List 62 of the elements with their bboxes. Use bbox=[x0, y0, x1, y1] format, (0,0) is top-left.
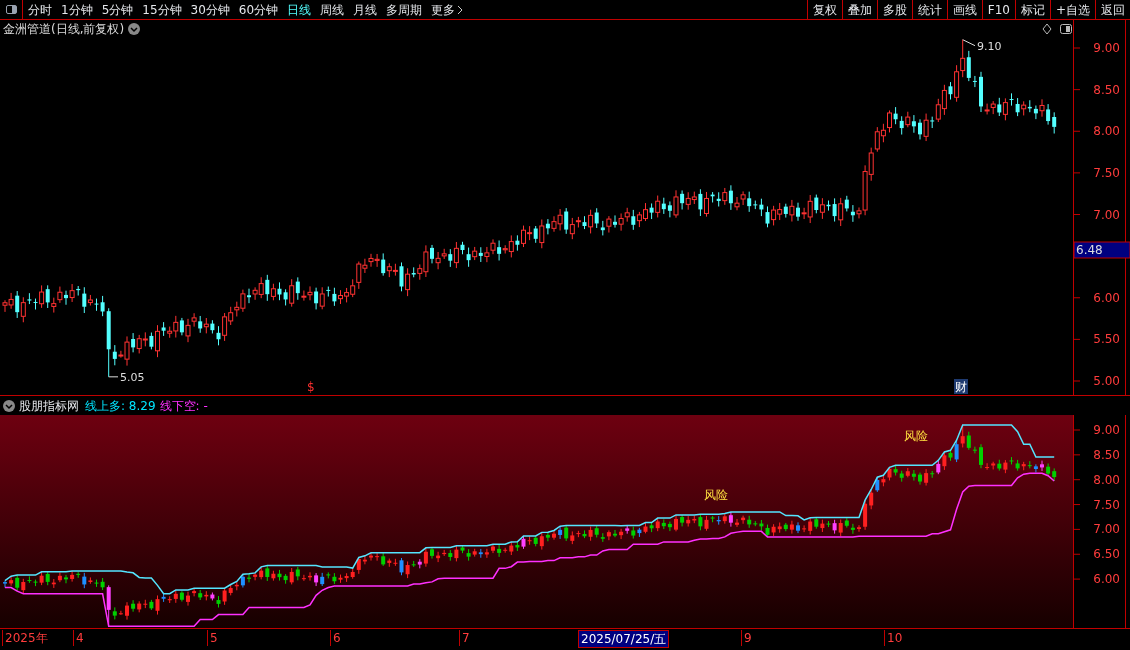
risk-label: 风险 bbox=[704, 487, 728, 502]
toolbar-button[interactable]: 画线 bbox=[946, 0, 982, 19]
axis-label: 8.00 bbox=[1093, 472, 1120, 487]
chart-title: 金洲管道(日线,前复权) bbox=[3, 22, 125, 36]
date-label: 2025年 bbox=[2, 630, 50, 646]
period-tab[interactable]: 60分钟 bbox=[238, 0, 279, 19]
axis-label: 9.00 bbox=[1093, 41, 1120, 55]
panel-toggle-icon[interactable] bbox=[1060, 24, 1072, 34]
axis-label: 6.50 bbox=[1093, 547, 1120, 562]
toolbar-button[interactable]: 统计 bbox=[911, 0, 947, 19]
date-label: 7 bbox=[459, 630, 472, 646]
indicator-legend: 线下空: - bbox=[159, 396, 208, 415]
toolbar-button[interactable]: 多股 bbox=[876, 0, 912, 19]
period-tab[interactable]: 分时 bbox=[28, 0, 52, 19]
date-label: 10 bbox=[884, 630, 905, 646]
toolbar-button[interactable]: 叠加 bbox=[841, 0, 877, 19]
toolbar-button[interactable]: 标记 bbox=[1014, 0, 1050, 19]
date-label: 9 bbox=[741, 630, 754, 646]
date-label: 2025/07/25/五 bbox=[578, 630, 670, 648]
axis-label: 7.00 bbox=[1093, 207, 1120, 222]
period-tab[interactable]: 周线 bbox=[320, 0, 345, 19]
toolbar-button[interactable]: F10 bbox=[981, 0, 1015, 19]
low-price-label: 5.05 bbox=[120, 370, 145, 384]
period-tab[interactable]: 1分钟 bbox=[61, 0, 93, 19]
axis-label: 5.50 bbox=[1093, 332, 1120, 347]
axis-label: 6.00 bbox=[1093, 290, 1120, 305]
period-tab[interactable]: 日线 bbox=[287, 0, 312, 19]
period-tab[interactable]: 月线 bbox=[353, 0, 378, 19]
finance-badge[interactable]: 财 bbox=[954, 379, 968, 394]
axis-label: 9.00 bbox=[1093, 423, 1120, 437]
leader-line bbox=[108, 376, 119, 378]
date-label: 4 bbox=[73, 630, 86, 646]
axis-label: 6.00 bbox=[1093, 572, 1120, 587]
dropdown-icon[interactable] bbox=[3, 399, 15, 412]
period-tab[interactable]: 15分钟 bbox=[142, 0, 182, 19]
dropdown-icon[interactable] bbox=[128, 23, 140, 35]
diamond-icon[interactable] bbox=[1042, 23, 1052, 35]
axis-label: 5.00 bbox=[1093, 374, 1120, 388]
axis-label: 7.50 bbox=[1093, 165, 1120, 180]
toolbar-button[interactable]: +自选 bbox=[1049, 0, 1095, 19]
high-price-label: 9.10 bbox=[977, 39, 1002, 53]
period-tab[interactable]: 30分钟 bbox=[190, 0, 230, 19]
axis-label: 8.50 bbox=[1093, 82, 1120, 97]
period-tab[interactable]: 更多 bbox=[431, 0, 464, 19]
period-tab[interactable]: 5分钟 bbox=[101, 0, 134, 19]
date-label: 5 bbox=[207, 630, 220, 646]
indicator-legend: 线上多: 8.29 bbox=[85, 396, 156, 415]
toolbar-button[interactable]: 复权 bbox=[806, 0, 842, 19]
panel-toggle-icon[interactable] bbox=[5, 5, 17, 14]
period-tab[interactable]: 多周期 bbox=[386, 0, 423, 19]
event-marker[interactable]: $ bbox=[307, 380, 315, 394]
indicator-name: 股朋指标网 bbox=[19, 397, 79, 415]
leader-line bbox=[962, 39, 976, 47]
axis-label: 7.50 bbox=[1093, 497, 1120, 512]
risk-label: 风险 bbox=[904, 428, 928, 443]
axis-label: 8.50 bbox=[1093, 447, 1120, 462]
toolbar-button[interactable]: 返回 bbox=[1095, 0, 1130, 19]
price-tag: 6.48 bbox=[1073, 241, 1130, 259]
chevron-right-icon bbox=[457, 4, 464, 15]
axis-label: 7.00 bbox=[1093, 522, 1120, 537]
date-label: 6 bbox=[330, 630, 343, 646]
axis-label: 8.00 bbox=[1093, 124, 1120, 139]
